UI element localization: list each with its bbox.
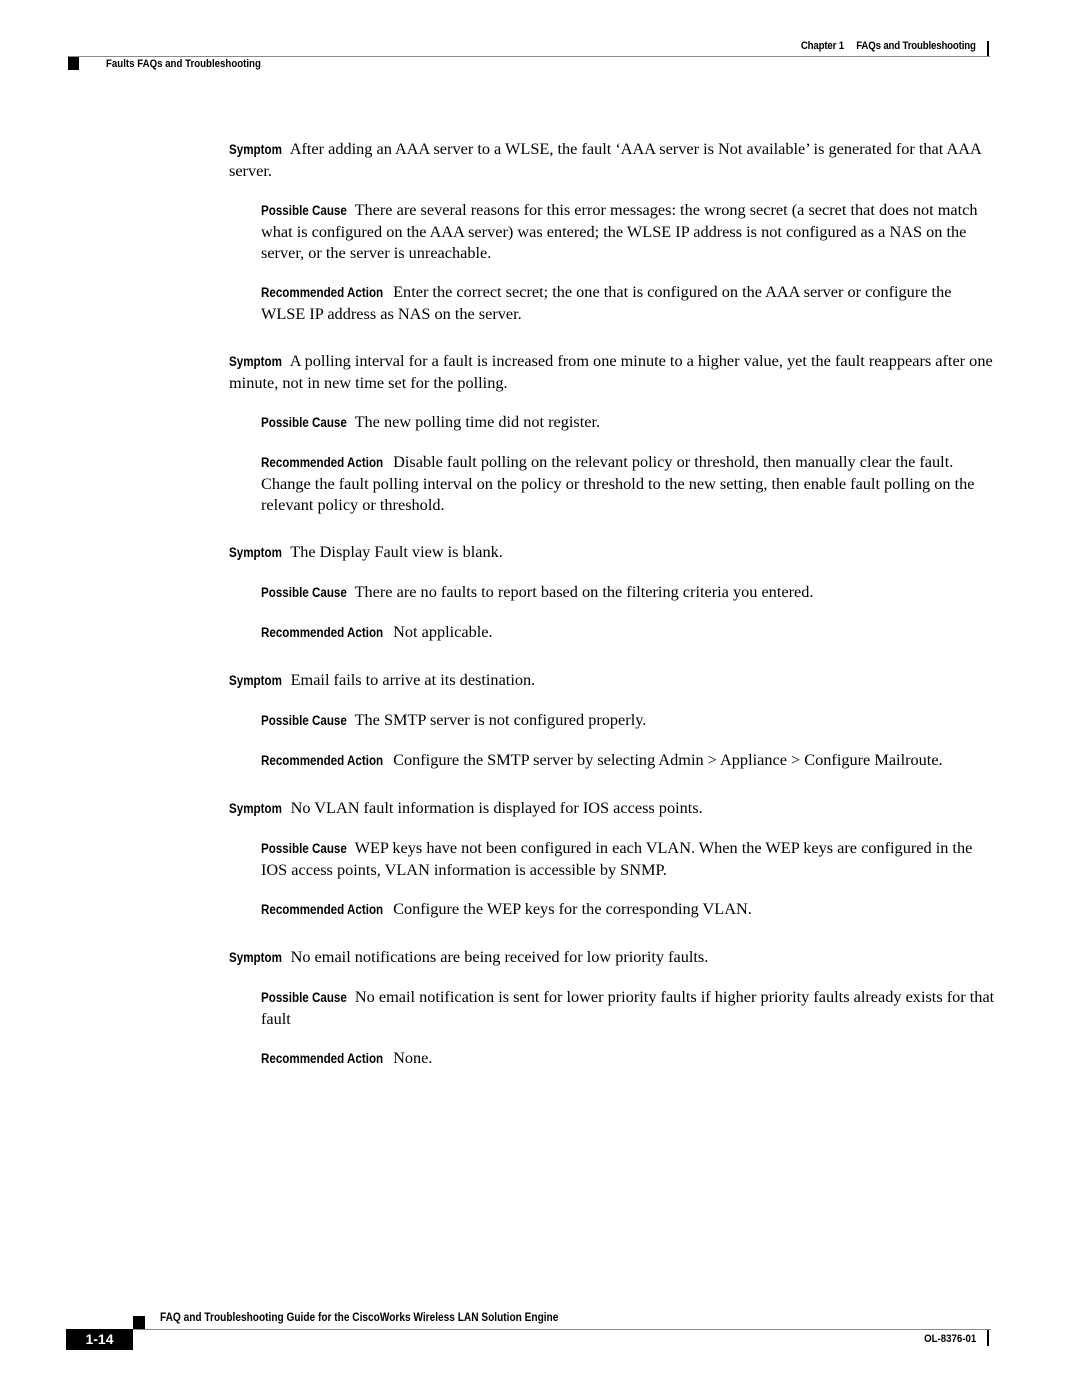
- possible-cause-label: Possible Cause: [261, 990, 347, 1005]
- possible-cause-label: Possible Cause: [261, 203, 347, 218]
- cause-paragraph: Possible Cause There are no faults to re…: [261, 581, 999, 603]
- cause-text: There are several reasons for this error…: [261, 200, 978, 262]
- action-paragraph: Recommended Action None.: [261, 1047, 999, 1069]
- action-text: Configure the SMTP server by selecting A…: [393, 750, 943, 769]
- possible-cause-label: Possible Cause: [261, 713, 347, 728]
- chapter-label: Chapter 1: [801, 40, 845, 52]
- header-marker-square: [68, 57, 79, 70]
- action-paragraph: Recommended Action Not applicable.: [261, 621, 999, 643]
- symptom-text: A polling interval for a fault is increa…: [229, 351, 993, 392]
- symptom-paragraph: Symptom Email fails to arrive at its des…: [229, 669, 999, 691]
- recommended-action-label: Recommended Action: [261, 455, 384, 470]
- chapter-title: FAQs and Troubleshooting: [856, 40, 977, 52]
- action-text: Not applicable.: [393, 622, 493, 641]
- faq-entry: Symptom Email fails to arrive at its des…: [229, 669, 999, 771]
- recommended-action-label: Recommended Action: [261, 902, 384, 917]
- symptom-label: Symptom: [229, 950, 282, 965]
- symptom-text: Email fails to arrive at its destination…: [290, 670, 536, 689]
- symptom-text: After adding an AAA server to a WLSE, th…: [229, 139, 981, 180]
- symptom-text: No VLAN fault information is displayed f…: [290, 798, 703, 817]
- symptom-label: Symptom: [229, 545, 282, 560]
- action-text: None.: [393, 1048, 433, 1067]
- faq-entry: Symptom A polling interval for a fault i…: [229, 350, 999, 515]
- header-vertical-bar: [987, 41, 989, 57]
- action-paragraph: Recommended Action Configure the WEP key…: [261, 898, 999, 920]
- recommended-action-label: Recommended Action: [261, 1051, 384, 1066]
- header-rule: [68, 56, 990, 57]
- cause-paragraph: Possible Cause No email notification is …: [261, 986, 999, 1029]
- action-paragraph: Recommended Action Configure the SMTP se…: [261, 749, 999, 771]
- cause-text: WEP keys have not been configured in eac…: [261, 838, 973, 879]
- symptom-label: Symptom: [229, 142, 282, 157]
- symptom-paragraph: Symptom The Display Fault view is blank.: [229, 541, 999, 563]
- symptom-text: No email notifications are being receive…: [290, 947, 709, 966]
- cause-paragraph: Possible Cause The SMTP server is not co…: [261, 709, 999, 731]
- footer-guide-title: FAQ and Troubleshooting Guide for the Ci…: [160, 1312, 559, 1324]
- faq-entry: Symptom No VLAN fault information is dis…: [229, 797, 999, 920]
- faq-entry: Symptom No email notifications are being…: [229, 946, 999, 1069]
- symptom-paragraph: Symptom After adding an AAA server to a …: [229, 138, 999, 181]
- action-paragraph: Recommended Action Enter the correct sec…: [261, 281, 999, 324]
- recommended-action-label: Recommended Action: [261, 625, 384, 640]
- possible-cause-label: Possible Cause: [261, 415, 347, 430]
- recommended-action-label: Recommended Action: [261, 753, 384, 768]
- symptom-text: The Display Fault view is blank.: [290, 542, 503, 561]
- footer-marker-square: [133, 1316, 145, 1330]
- symptom-paragraph: Symptom No VLAN fault information is dis…: [229, 797, 999, 819]
- faq-entry: Symptom After adding an AAA server to a …: [229, 138, 999, 324]
- running-header-section: Faults FAQs and Troubleshooting: [106, 58, 261, 70]
- action-text: Configure the WEP keys for the correspon…: [393, 899, 752, 918]
- cause-text: No email notification is sent for lower …: [261, 987, 995, 1028]
- faq-entry: Symptom The Display Fault view is blank.…: [229, 541, 999, 643]
- footer-vertical-bar: [987, 1330, 989, 1346]
- cause-text: There are no faults to report based on t…: [354, 582, 814, 601]
- symptom-label: Symptom: [229, 673, 282, 688]
- cause-text: The new polling time did not register.: [354, 412, 601, 431]
- document-number: OL-8376-01: [923, 1333, 976, 1345]
- symptom-paragraph: Symptom No email notifications are being…: [229, 946, 999, 968]
- cause-paragraph: Possible Cause There are several reasons…: [261, 199, 999, 263]
- faq-content: Symptom After adding an AAA server to a …: [229, 138, 999, 1095]
- recommended-action-label: Recommended Action: [261, 285, 384, 300]
- action-paragraph: Recommended Action Disable fault polling…: [261, 451, 999, 515]
- symptom-paragraph: Symptom A polling interval for a fault i…: [229, 350, 999, 393]
- symptom-label: Symptom: [229, 801, 282, 816]
- footer-rule: [133, 1329, 991, 1330]
- running-header-chapter: Chapter 1 FAQs and Troubleshooting: [801, 40, 976, 52]
- cause-text: The SMTP server is not configured proper…: [354, 710, 647, 729]
- page-number: 1-14: [66, 1329, 133, 1350]
- possible-cause-label: Possible Cause: [261, 585, 347, 600]
- symptom-label: Symptom: [229, 354, 282, 369]
- cause-paragraph: Possible Cause WEP keys have not been co…: [261, 837, 999, 880]
- cause-paragraph: Possible Cause The new polling time did …: [261, 411, 999, 433]
- possible-cause-label: Possible Cause: [261, 841, 347, 856]
